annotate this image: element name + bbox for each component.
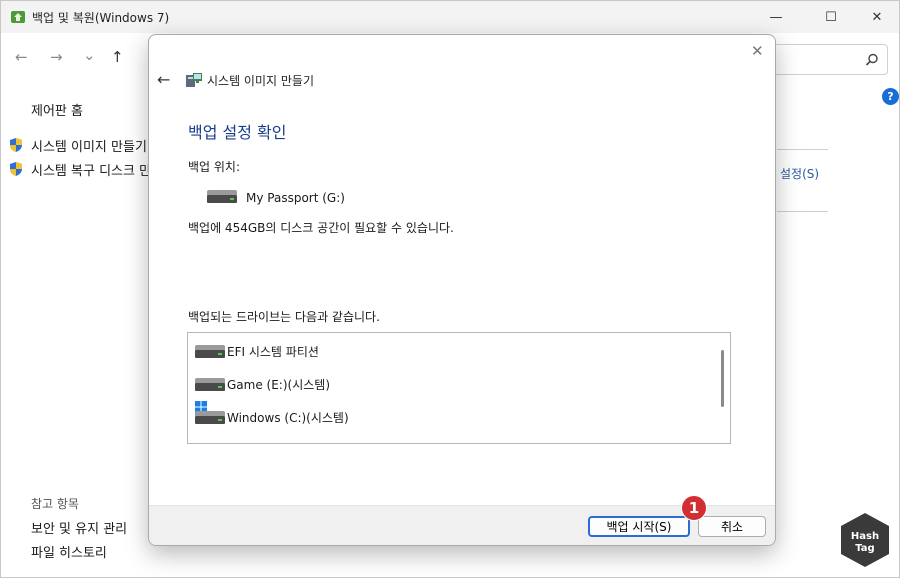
list-item: Windows (C:)(시스템) xyxy=(188,401,708,429)
backup-location-label: 백업 위치: xyxy=(188,160,241,174)
list-scrollbar[interactable] xyxy=(714,333,730,443)
watermark-line2: Tag xyxy=(855,543,874,554)
start-backup-button[interactable]: 백업 시작(S) xyxy=(588,516,690,537)
backup-app-icon xyxy=(11,11,25,23)
dialog-title: 시스템 이미지 만들기 xyxy=(207,74,314,88)
title-bar: 백업 및 복원(Windows 7) — ☐ ✕ xyxy=(1,1,899,33)
help-icon[interactable]: ? xyxy=(882,88,899,105)
scroll-thumb[interactable] xyxy=(721,350,724,407)
dialog-close-icon[interactable]: ✕ xyxy=(751,42,764,60)
maximize-button[interactable]: ☐ xyxy=(808,1,854,33)
watermark-line1: Hash xyxy=(851,531,879,542)
dialog-heading: 백업 설정 확인 xyxy=(188,123,287,142)
step-callout-badge: 1 xyxy=(681,495,707,521)
close-button[interactable]: ✕ xyxy=(854,1,900,33)
list-item: Game (E:)(시스템) xyxy=(188,370,708,396)
search-icon xyxy=(865,53,878,66)
up-arrow-icon[interactable]: ↑ xyxy=(111,48,124,66)
drives-list-label: 백업되는 드라이브는 다음과 같습니다. xyxy=(188,310,380,324)
dialog-back-arrow-icon[interactable]: ← xyxy=(157,70,170,89)
cancel-button[interactable]: 취소 xyxy=(698,516,766,537)
shield-icon xyxy=(10,138,22,152)
minimize-button[interactable]: — xyxy=(753,1,799,33)
window-title: 백업 및 복원(Windows 7) xyxy=(32,11,170,25)
drive-icon xyxy=(195,345,225,358)
shield-icon xyxy=(10,162,22,176)
windows-drive-icon xyxy=(195,411,225,424)
divider xyxy=(777,211,828,212)
hashtag-logo: Hash Tag xyxy=(841,513,889,567)
sidebar-link-security-maintenance[interactable]: 보안 및 유지 관리 xyxy=(31,518,127,537)
control-panel-home-link[interactable]: 제어판 홈 xyxy=(31,100,83,119)
drive-name: EFI 시스템 파티션 xyxy=(227,345,319,359)
sidebar-link-file-history[interactable]: 파일 히스토리 xyxy=(31,542,107,561)
backup-location-drive: My Passport (G:) xyxy=(246,191,345,205)
divider xyxy=(777,149,828,150)
system-image-icon xyxy=(186,73,202,87)
drive-icon xyxy=(195,378,225,391)
forward-arrow-icon[interactable]: → xyxy=(50,48,63,66)
see-also-heading: 참고 항목 xyxy=(31,497,79,511)
sidebar-link-create-image[interactable]: 시스템 이미지 만들기 xyxy=(31,136,147,155)
sidebar-link-recovery-disc[interactable]: 시스템 복구 디스크 만 xyxy=(31,160,151,179)
search-input[interactable] xyxy=(771,44,888,75)
list-item: EFI 시스템 파티션 xyxy=(188,337,708,363)
drives-list[interactable]: EFI 시스템 파티션 Game (E:)(시스템) Windows (C:)(… xyxy=(187,332,731,444)
drive-name: Game (E:)(시스템) xyxy=(227,378,331,392)
recent-dropdown-icon[interactable]: ⌄ xyxy=(83,46,96,64)
drive-name: Windows (C:)(시스템) xyxy=(227,411,349,425)
settings-link[interactable]: 설정(S) xyxy=(780,165,819,182)
create-system-image-dialog: ✕ ← 시스템 이미지 만들기 백업 설정 확인 백업 위치: My Passp… xyxy=(148,34,776,546)
back-arrow-icon[interactable]: ← xyxy=(15,48,28,66)
drive-icon xyxy=(207,190,237,203)
space-required-text: 백업에 454GB의 디스크 공간이 필요할 수 있습니다. xyxy=(188,221,454,235)
